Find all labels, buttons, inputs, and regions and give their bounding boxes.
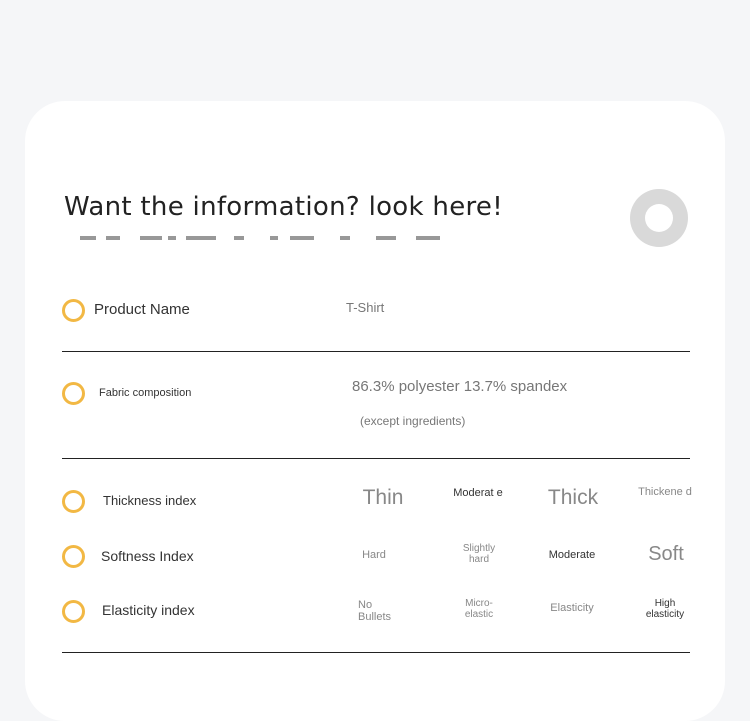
- product-name-label: Product Name: [94, 301, 190, 318]
- elasticity-option-no-bullets: No Bullets: [358, 599, 392, 623]
- softness-label: Softness Index: [101, 548, 194, 564]
- softness-option-moderate: Moderate: [548, 549, 596, 561]
- softness-option-slightly-hard: Slightly hard: [462, 543, 496, 565]
- divider: [62, 458, 690, 459]
- elasticity-option-elasticity: Elasticity: [550, 602, 594, 614]
- softness-option-soft: Soft: [648, 543, 684, 565]
- headline-reflection: [64, 236, 444, 241]
- thickness-option-thin: Thin: [362, 486, 404, 509]
- bullet-icon: [62, 299, 85, 322]
- bullet-icon: [62, 600, 85, 623]
- product-name-value: T-Shirt: [346, 300, 385, 315]
- elasticity-option-high-elasticity: High elasticity: [645, 598, 685, 620]
- elasticity-option-micro-elastic: Micro-elastic: [464, 598, 494, 620]
- circle-icon: [630, 189, 688, 247]
- softness-option-hard: Hard: [362, 549, 386, 561]
- thickness-option-thick: Thick: [547, 486, 599, 509]
- bullet-icon: [62, 545, 85, 568]
- fabric-label: Fabric composition: [99, 387, 192, 399]
- thickness-label: Thickness index: [103, 493, 197, 508]
- thickness-option-moderate: Moderat e: [453, 487, 503, 499]
- divider: [62, 351, 690, 352]
- bullet-icon: [62, 490, 85, 513]
- page-title: Want the information? look here!: [64, 192, 503, 222]
- fabric-value: 86.3% polyester 13.7% spandex: [352, 378, 568, 395]
- elasticity-label: Elasticity index: [102, 602, 195, 618]
- bullet-icon: [62, 382, 85, 405]
- fabric-note: (except ingredients): [360, 414, 466, 428]
- thickness-option-thickened: Thickene d: [638, 486, 692, 498]
- divider: [62, 652, 690, 653]
